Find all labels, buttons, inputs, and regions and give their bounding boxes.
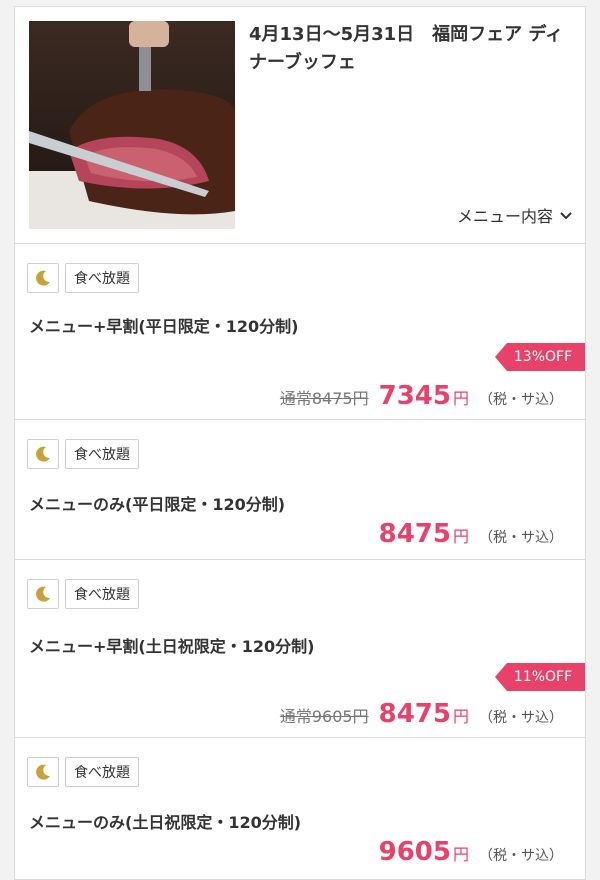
plan-name: メニューのみ(土日祝限定・120分制) — [29, 813, 302, 832]
tax-note: （税・サ込） — [479, 530, 563, 546]
plan-name: メニューのみ(平日限定・120分制) — [29, 495, 286, 514]
moon-icon — [27, 263, 59, 293]
price-value: 8475 — [378, 699, 451, 729]
moon-icon — [27, 579, 59, 609]
plan-option[interactable]: 食べ放題 メニュー+早割(土日祝限定・120分制) 11%OFF 通常9605円… — [15, 559, 585, 738]
all-you-can-eat-tag: 食べ放題 — [65, 263, 139, 293]
plan-option[interactable]: 食べ放題 メニューのみ(平日限定・120分制) 8475 円 （税・サ込） — [15, 419, 585, 560]
yen-unit: 円 — [452, 389, 469, 408]
price-value: 9605 — [378, 837, 451, 867]
plan-title: 4月13日〜5月31日 福岡フェア ディナーブッフェ — [249, 24, 564, 73]
price-row: 8475 円 （税・サ込） — [379, 519, 563, 549]
chevron-down-icon — [559, 208, 573, 222]
menu-content-toggle[interactable]: メニュー内容 — [457, 203, 573, 227]
discount-badge: 11%OFF — [495, 663, 585, 691]
yen-unit: 円 — [452, 845, 469, 864]
tax-note: （税・サ込） — [479, 848, 563, 864]
tax-note: （税・サ込） — [479, 392, 563, 408]
plan-card: 4月13日〜5月31日 福岡フェア ディナーブッフェ メニュー内容 食べ放題 メ… — [14, 6, 586, 880]
price-row: 9605 円 （税・サ込） — [379, 837, 563, 867]
price-row: 通常8475円 7345 円 （税・サ込） — [280, 381, 563, 411]
price-value: 8475 — [378, 519, 451, 549]
menu-toggle-label: メニュー内容 — [456, 207, 553, 226]
discount-badge: 13%OFF — [495, 343, 585, 371]
price-row: 通常9605円 8475 円 （税・サ込） — [280, 699, 563, 729]
food-photo — [29, 21, 235, 229]
plan-option[interactable]: 食べ放題 メニューのみ(土日祝限定・120分制) 9605 円 （税・サ込） — [15, 737, 585, 879]
yen-unit: 円 — [452, 707, 469, 726]
all-you-can-eat-tag: 食べ放題 — [65, 579, 139, 609]
moon-icon — [27, 757, 59, 787]
original-price: 通常9605円 — [279, 707, 369, 726]
original-price: 通常8475円 — [279, 389, 369, 408]
yen-unit: 円 — [452, 527, 469, 546]
plan-header: 4月13日〜5月31日 福岡フェア ディナーブッフェ メニュー内容 — [15, 7, 585, 244]
all-you-can-eat-tag: 食べ放題 — [65, 439, 139, 469]
moon-icon — [27, 439, 59, 469]
price-value: 7345 — [378, 381, 451, 411]
all-you-can-eat-tag: 食べ放題 — [65, 757, 139, 787]
tax-note: （税・サ込） — [479, 710, 563, 726]
plan-name: メニュー+早割(土日祝限定・120分制) — [29, 637, 315, 656]
plan-name: メニュー+早割(平日限定・120分制) — [29, 317, 299, 336]
plan-option[interactable]: 食べ放題 メニュー+早割(平日限定・120分制) 13%OFF 通常8475円 … — [15, 243, 585, 420]
